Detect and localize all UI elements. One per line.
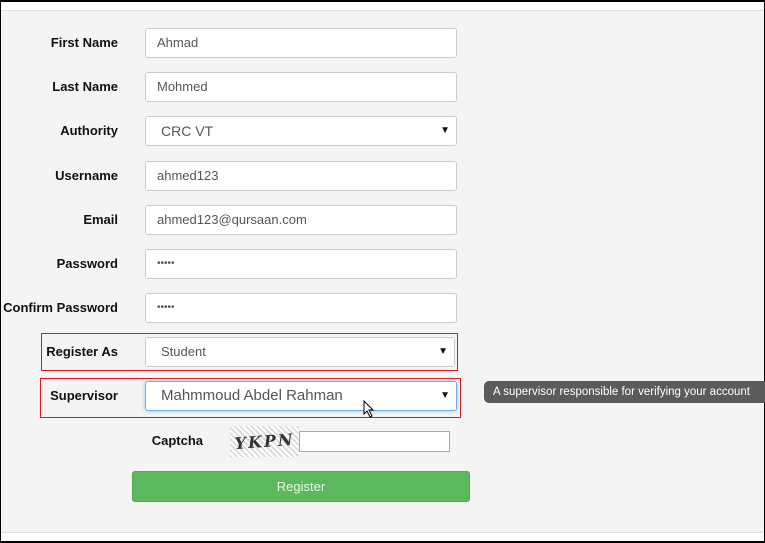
- captcha-label: Captcha: [151, 433, 203, 448]
- email-input[interactable]: ahmed123@qursaan.com: [145, 205, 457, 235]
- password-input[interactable]: •••••: [145, 249, 457, 279]
- register-button[interactable]: Register: [132, 471, 470, 502]
- password-label: Password: [56, 256, 118, 271]
- supervisor-label: Supervisor: [50, 388, 118, 403]
- captcha-image-text: YKPN: [233, 429, 296, 454]
- supervisor-value: Mahmmoud Abdel Rahman: [161, 387, 343, 404]
- authority-select[interactable]: CRC VT ▼: [145, 116, 457, 146]
- confirm-password-label: Confirm Password: [3, 300, 118, 315]
- first-name-input[interactable]: Ahmad: [145, 28, 457, 58]
- confirm-password-input[interactable]: •••••: [145, 293, 457, 323]
- email-label: Email: [83, 212, 118, 227]
- mouse-cursor-icon: [363, 400, 375, 418]
- register-as-select[interactable]: Student ▼: [145, 337, 455, 367]
- captcha-input[interactable]: [299, 431, 450, 452]
- chevron-down-icon: ▼: [440, 390, 450, 401]
- supervisor-tooltip: A supervisor responsible for verifying y…: [484, 381, 765, 403]
- authority-label: Authority: [60, 123, 118, 138]
- register-as-value: Student: [161, 344, 206, 359]
- register-as-label: Register As: [46, 344, 118, 359]
- username-label: Username: [55, 168, 118, 183]
- authority-value: CRC VT: [161, 123, 214, 139]
- chevron-down-icon: ▼: [438, 346, 448, 357]
- captcha-image: YKPN: [230, 426, 299, 457]
- first-name-label: First Name: [50, 35, 118, 50]
- chevron-down-icon: ▼: [440, 125, 450, 136]
- last-name-label: Last Name: [52, 79, 118, 94]
- username-input[interactable]: ahmed123: [145, 161, 457, 191]
- last-name-input[interactable]: Mohmed: [145, 72, 457, 102]
- supervisor-select[interactable]: Mahmmoud Abdel Rahman ▼: [145, 381, 457, 411]
